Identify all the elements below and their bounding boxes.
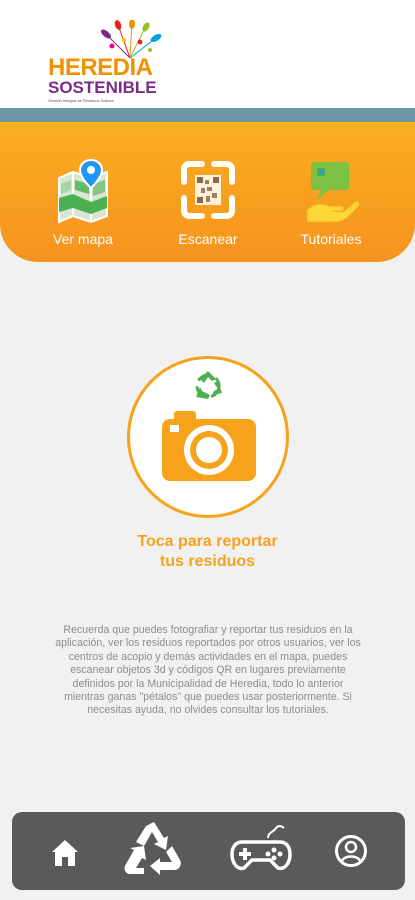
app-header: HEREDIA SOSTENIBLE Gestión Integral de R… (0, 0, 415, 108)
qr-scan-icon (181, 161, 235, 219)
info-paragraph: Recuerda que puedes fotografiar y report… (55, 624, 361, 717)
logo-tagline: Gestión Integral de Residuos Sólidos (48, 98, 114, 103)
logo-subtitle: SOSTENIBLE (48, 78, 157, 97)
nav-profile-button[interactable] (320, 812, 386, 890)
recycle-icon (124, 822, 181, 875)
view-map-button[interactable]: Ver mapa (28, 158, 138, 258)
heredia-sostenible-logo: HEREDIA SOSTENIBLE Gestión Integral de R… (48, 20, 168, 105)
header-divider (0, 108, 415, 122)
scan-label: Escanear (178, 231, 238, 247)
report-waste-label: Toca para reportar tus residuos (60, 532, 355, 572)
view-map-label: Ver mapa (53, 231, 113, 247)
scan-button[interactable]: Escanear (153, 158, 263, 258)
bottom-nav-bar (12, 812, 405, 890)
user-profile-icon (335, 835, 367, 867)
camera-recycle-icon (162, 371, 256, 481)
nav-recycle-button[interactable] (112, 812, 202, 890)
map-pin-icon (58, 158, 108, 224)
tutorials-button[interactable]: Tutoriales (276, 158, 386, 258)
small-recycle-icon (195, 371, 222, 399)
nav-home-button[interactable] (32, 812, 98, 890)
tutorial-hand-icon (306, 162, 359, 223)
report-label-line1: Toca para reportar (137, 533, 278, 550)
gamepad-icon (230, 825, 292, 871)
home-icon (52, 840, 78, 866)
top-menu: Ver mapa Escanear Tutoriales (0, 122, 415, 262)
report-label-line2: tus residuos (159, 553, 256, 570)
tutorials-label: Tutoriales (300, 231, 362, 247)
nav-games-button[interactable] (222, 812, 302, 890)
report-waste-camera-button[interactable] (127, 356, 289, 518)
